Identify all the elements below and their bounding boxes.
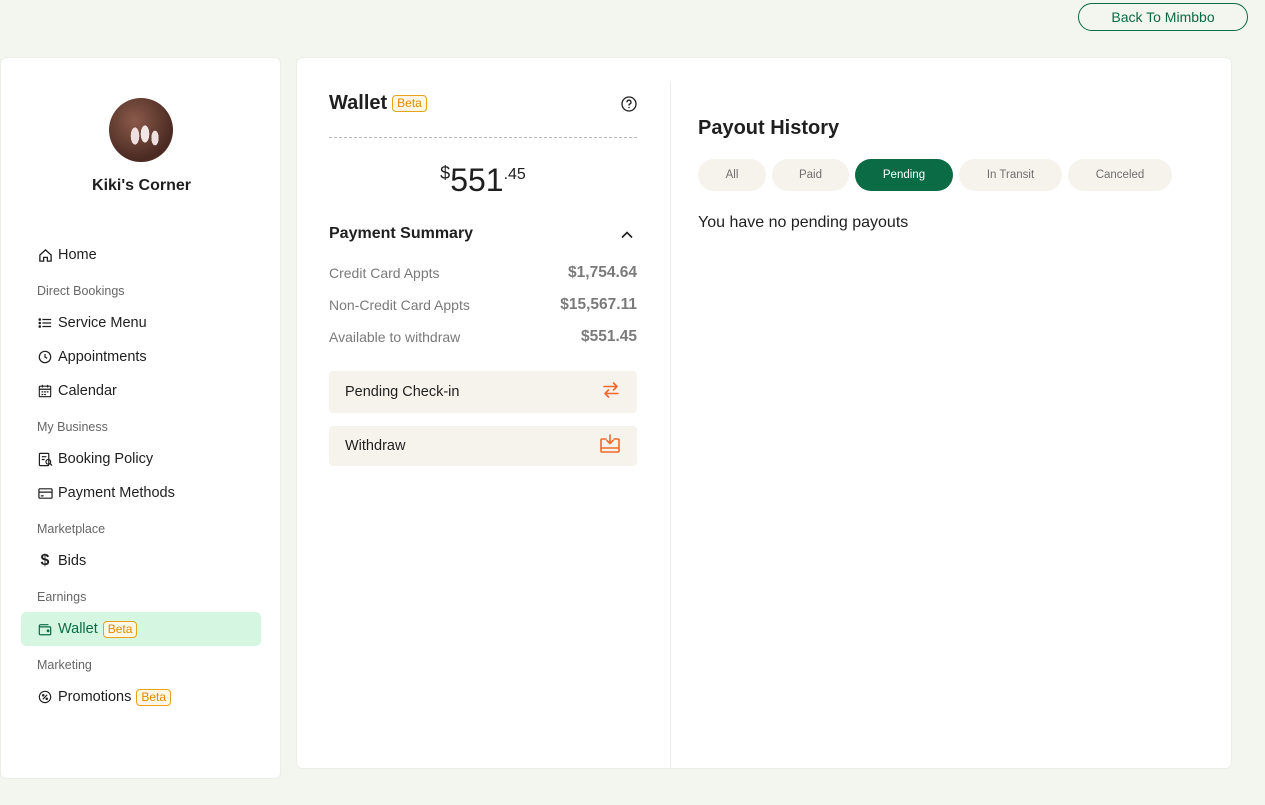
policy-icon — [37, 451, 53, 467]
sidebar-item-home[interactable]: Home — [21, 238, 261, 272]
sidebar-item-bids[interactable]: $ Bids — [21, 544, 261, 578]
wallet-icon — [37, 621, 53, 637]
tab-paid[interactable]: Paid — [772, 159, 849, 191]
balance-whole: 551 — [450, 162, 504, 198]
withdraw-label: Withdraw — [345, 438, 406, 454]
payout-history-title: Payout History — [698, 117, 840, 139]
sidebar-item-label: Calendar — [58, 383, 117, 399]
sidebar-item-label: Promotions — [58, 689, 132, 705]
withdraw-icon — [599, 434, 621, 458]
pending-checkin-label: Pending Check-in — [345, 384, 460, 400]
sidebar-item-service-menu[interactable]: Service Menu — [21, 306, 261, 340]
sidebar: Kiki's Corner Home Direct Bookings Servi… — [0, 57, 281, 779]
sidebar-item-label: Wallet — [58, 621, 98, 637]
list-icon — [37, 315, 53, 331]
balance-cents: .45 — [503, 166, 526, 183]
section-marketing: Marketing — [37, 658, 92, 672]
summary-row-value: $551.45 — [580, 328, 637, 345]
wallet-heading: Wallet Beta — [329, 92, 427, 115]
sidebar-item-promotions[interactable]: Promotions Beta — [21, 680, 261, 714]
main-panel: Wallet Beta $551.45 Payment Summary Cred… — [296, 57, 1232, 770]
empty-state-message: You have no pending payouts — [698, 214, 909, 231]
summary-row-label: Non-Credit Card Appts — [329, 297, 470, 313]
payment-summary-title: Payment Summary — [329, 225, 474, 242]
back-to-mimbbo-button[interactable]: Back To Mimbbo — [1078, 3, 1248, 31]
credit-card-icon — [37, 485, 53, 501]
sidebar-item-label: Service Menu — [58, 315, 147, 331]
beta-badge: Beta — [392, 95, 427, 112]
calendar-icon — [37, 383, 53, 399]
tab-pending[interactable]: Pending — [855, 159, 953, 191]
help-icon[interactable] — [621, 96, 637, 112]
sidebar-item-label: Home — [58, 247, 97, 263]
dollar-icon: $ — [40, 552, 50, 569]
tab-all[interactable]: All — [698, 159, 766, 191]
chevron-up-icon[interactable] — [619, 227, 635, 243]
pending-checkin-button[interactable]: Pending Check-in — [329, 371, 637, 413]
sidebar-item-appointments[interactable]: Appointments — [21, 340, 261, 374]
wallet-balance: $551.45 — [329, 162, 637, 199]
summary-row-label: Credit Card Appts — [329, 265, 440, 281]
summary-row-label: Available to withdraw — [329, 329, 461, 345]
tab-canceled[interactable]: Canceled — [1068, 159, 1172, 191]
discount-icon — [37, 689, 53, 705]
sidebar-item-booking-policy[interactable]: Booking Policy — [21, 442, 261, 476]
sidebar-item-label: Payment Methods — [58, 485, 175, 501]
section-marketplace: Marketplace — [37, 522, 106, 536]
beta-badge: Beta — [102, 620, 138, 638]
divider — [329, 137, 637, 138]
page-title: Wallet — [329, 92, 388, 114]
withdraw-button[interactable]: Withdraw — [329, 426, 637, 466]
summary-row: Credit Card Appts $1,754.64 — [329, 264, 637, 282]
transfer-arrows-icon — [601, 380, 621, 404]
panel-divider — [670, 82, 671, 770]
sidebar-nav: Home Direct Bookings Service Menu Appoin… — [21, 238, 261, 714]
clock-icon — [37, 349, 53, 365]
home-icon — [37, 247, 53, 263]
summary-row-value: $1,754.64 — [568, 264, 637, 281]
section-direct-bookings: Direct Bookings — [37, 284, 125, 298]
business-name: Kiki's Corner — [92, 177, 191, 194]
sidebar-item-label: Appointments — [58, 349, 147, 365]
tab-in-transit[interactable]: In Transit — [959, 159, 1062, 191]
sidebar-item-label: Booking Policy — [58, 451, 154, 467]
avatar[interactable] — [109, 98, 173, 162]
sidebar-item-payment-methods[interactable]: Payment Methods — [21, 476, 261, 510]
balance-currency: $ — [440, 163, 451, 183]
summary-row-value: $15,567.11 — [560, 296, 637, 313]
sidebar-item-calendar[interactable]: Calendar — [21, 374, 261, 408]
sidebar-item-label: Bids — [58, 553, 87, 569]
sidebar-item-wallet[interactable]: Wallet Beta — [21, 612, 261, 646]
beta-badge: Beta — [136, 688, 172, 706]
section-earnings: Earnings — [37, 590, 87, 604]
section-my-business: My Business — [37, 420, 108, 434]
summary-row: Non-Credit Card Appts $15,567.11 — [329, 296, 637, 314]
summary-row: Available to withdraw $551.45 — [329, 328, 637, 346]
payout-filter-tabs: All Paid Pending In Transit Canceled — [698, 159, 1172, 191]
